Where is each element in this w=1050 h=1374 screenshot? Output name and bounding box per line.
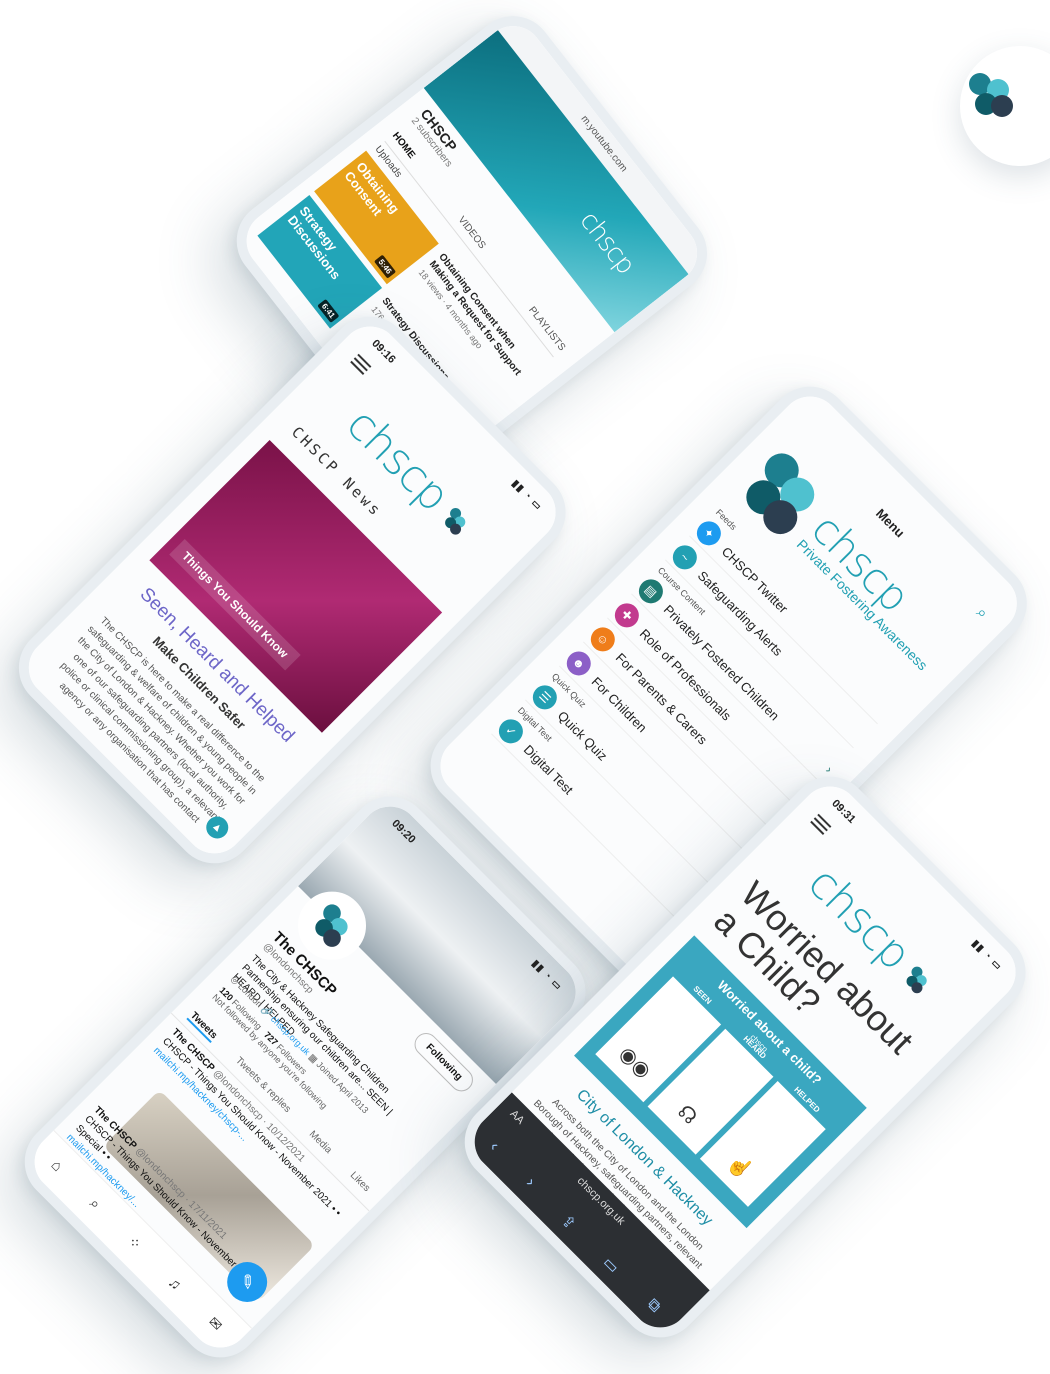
family-icon: ☺ [585,622,620,657]
forward-icon[interactable]: › [520,1174,539,1192]
search-icon[interactable]: ⌕ [86,1195,104,1213]
tab-videos[interactable]: VIDEOS [456,215,488,252]
ear-icon: ☊ [673,1100,702,1130]
spaces-icon[interactable]: ⁘ [124,1232,146,1254]
video-duration: 5:46 [373,254,397,279]
menu-item-label: Quick Quiz [555,707,611,764]
clock: 09:16 [369,337,398,366]
tab-likes[interactable]: Likes [346,1170,372,1196]
chscp-logo-icon [969,73,1013,117]
tab-tweets[interactable]: Tweets [186,1010,220,1043]
tab-playlists[interactable]: PLAYLISTS [526,305,567,353]
logo-dots-icon [440,506,471,538]
people-icon: ✚ [609,598,644,633]
helping-hands-icon: ☝ [722,1150,757,1184]
bell-icon[interactable]: ♫ [165,1273,185,1293]
clock: 09:31 [829,797,858,826]
eyes-icon: ◉◉ [614,1042,655,1083]
chscp-logo-icon [307,900,357,951]
bookmarks-icon[interactable]: ▭ [599,1253,624,1278]
tabs-icon[interactable]: ⧉ [642,1296,664,1318]
signal-icon: ▮▮ ◔ ▭ [969,937,1005,973]
signal-icon: ▮▮ ◔ ▭ [509,477,545,513]
alert-icon: ~ [667,540,702,575]
mail-icon[interactable]: ✉ [205,1313,227,1335]
video-duration: 6:41 [317,298,340,323]
corner-logo-badge [960,46,1050,166]
share-icon[interactable]: ⇪ [557,1211,581,1235]
menu-item-label: Digital Test [521,741,577,797]
children-icon: ☻ [561,646,596,681]
tab-media[interactable]: Media [305,1129,334,1157]
hamburger-menu-icon[interactable] [810,813,832,835]
home-icon[interactable]: ⌂ [48,1156,66,1174]
banner-logo: chscp [573,206,641,280]
back-icon[interactable]: ‹ [484,1138,502,1156]
logo-dots-icon [901,964,932,996]
twitter-screen: 09:20 ▮▮ ◔ ▭ Following The CHSCP @london… [22,794,588,1360]
hamburger-menu-icon[interactable] [350,353,372,375]
tab-home[interactable]: HOME [390,130,417,160]
